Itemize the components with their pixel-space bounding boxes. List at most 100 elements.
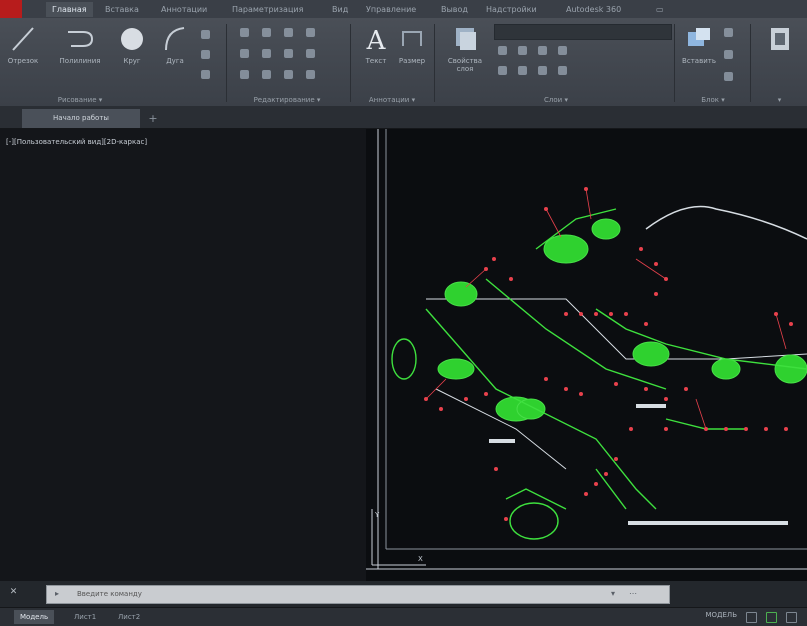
arc-tool-label: Дуга (166, 57, 184, 65)
layer-off-icon[interactable] (558, 46, 567, 55)
arc-tool[interactable]: Дуга (160, 24, 190, 65)
layer-dropdown[interactable] (494, 24, 672, 40)
file-tab-start[interactable]: Начало работы (22, 109, 140, 128)
group-layers: Свойства слоя Слои ▾ (438, 18, 674, 106)
layer-walk-icon[interactable] (558, 66, 567, 75)
layer-properties-icon (456, 28, 476, 50)
ribbon-separator (434, 24, 435, 102)
tab-layout1[interactable]: Лист1 (68, 610, 102, 624)
dimension-tool-label: Размер (398, 57, 426, 65)
gradient-icon[interactable] (201, 70, 210, 79)
layer-state-icon[interactable] (498, 46, 507, 55)
group-layers-label[interactable]: Слои ▾ (438, 96, 674, 104)
rotate-icon[interactable] (262, 28, 271, 37)
command-input[interactable]: Введите команду ▸ ▾ ⋯ (46, 585, 670, 604)
new-tab-button[interactable]: + (146, 112, 160, 125)
tab-parametric[interactable]: Параметризация (226, 2, 309, 17)
copy-icon[interactable] (240, 49, 249, 58)
command-placeholder: Введите команду (77, 590, 142, 598)
trim-icon[interactable] (284, 28, 293, 37)
layer-unlock-icon[interactable] (538, 66, 547, 75)
text-tool-label: Текст (365, 57, 387, 65)
ribbon-separator (350, 24, 351, 102)
arc-icon (165, 27, 185, 51)
insert-block-icon (688, 28, 710, 46)
drawing-viewport[interactable]: Y X (366, 129, 807, 581)
hatch-icon[interactable] (201, 50, 210, 59)
dimension-icon (402, 31, 422, 46)
tab-autodesk360[interactable]: Autodesk 360 (560, 2, 627, 17)
circle-tool[interactable]: Круг (112, 24, 152, 65)
tab-insert[interactable]: Вставка (99, 2, 145, 17)
command-line-bar: ✕ Введите команду ▸ ▾ ⋯ (0, 581, 807, 607)
app-menu-button[interactable] (0, 0, 22, 18)
line-tool[interactable]: Отрезок (4, 24, 42, 65)
polyline-tool[interactable]: Полилиния (52, 24, 108, 65)
tab-overflow-icon[interactable]: ▭ (650, 2, 680, 17)
line-icon (12, 27, 34, 51)
group-annotation-label[interactable]: Аннотации ▾ (354, 96, 430, 104)
tab-model[interactable]: Модель (14, 610, 55, 624)
layer-properties-tool[interactable]: Свойства слоя (442, 24, 488, 73)
layer-isolate-icon[interactable] (518, 46, 527, 55)
command-history-pane: [-][Пользовательский вид][2D-каркас] (0, 129, 366, 581)
insert-block-label: Вставить (682, 57, 716, 65)
rectangle-icon[interactable] (201, 30, 210, 39)
group-groups-label[interactable]: ▾ (752, 96, 807, 104)
group-icon (771, 28, 789, 50)
group-tool[interactable] (756, 24, 804, 57)
create-block-icon[interactable] (724, 28, 733, 37)
viewport-controls-label[interactable]: [-][Пользовательский вид][2D-каркас] (6, 138, 147, 146)
tab-output[interactable]: Вывод (435, 2, 474, 17)
mirror-icon[interactable] (262, 49, 271, 58)
close-icon[interactable]: ✕ (8, 587, 19, 598)
snap-icon[interactable] (766, 612, 777, 623)
array-icon[interactable] (284, 70, 293, 79)
layer-properties-label: Свойства слоя (447, 57, 483, 73)
tab-addins[interactable]: Надстройки (480, 2, 543, 17)
svg-text:X: X (418, 555, 423, 563)
ribbon-separator (674, 24, 675, 102)
text-tool[interactable]: A Текст (358, 24, 394, 65)
dimension-tool[interactable]: Размер (396, 24, 428, 65)
layer-lock-icon[interactable] (518, 66, 527, 75)
tab-layout2[interactable]: Лист2 (112, 610, 146, 624)
text-a-icon: A (366, 26, 387, 54)
model-space-label[interactable]: МОДЕЛЬ (705, 611, 737, 619)
group-modify-label[interactable]: Редактирование ▾ (232, 96, 342, 104)
ortho-icon[interactable] (786, 612, 797, 623)
scale-icon[interactable] (262, 70, 271, 79)
fillet-icon[interactable] (284, 49, 293, 58)
drawing-canvas: Y X (366, 129, 807, 581)
offset-icon[interactable] (306, 70, 315, 79)
erase-icon[interactable] (306, 28, 315, 37)
svg-text:Y: Y (374, 511, 380, 519)
circle-tool-label: Круг (123, 57, 141, 65)
tab-annotate[interactable]: Аннотации (155, 2, 213, 17)
polyline-icon (68, 31, 94, 47)
group-annotation: A Текст Размер Аннотации ▾ (354, 18, 430, 106)
tab-manage[interactable]: Управление (360, 2, 422, 17)
command-search-icon[interactable]: ▸ (51, 587, 63, 600)
edit-block-icon[interactable] (724, 50, 733, 59)
tab-view[interactable]: Вид (326, 2, 354, 17)
ribbon-panel: Отрезок Полилиния Круг Рисование ▾ Дуга … (0, 18, 807, 107)
recent-commands-icon[interactable]: ▾ (607, 587, 619, 600)
tab-home[interactable]: Главная (46, 2, 93, 17)
command-options-icon[interactable]: ⋯ (627, 587, 639, 600)
ribbon-separator (750, 24, 751, 102)
svg-text:A: A (366, 26, 387, 54)
group-block-label[interactable]: Блок ▾ (676, 96, 750, 104)
group-draw-label[interactable]: Рисование ▾ (0, 96, 160, 104)
layer-match-icon[interactable] (498, 66, 507, 75)
grid-icon[interactable] (746, 612, 757, 623)
block-attributes-icon[interactable] (724, 72, 733, 81)
layer-freeze-icon[interactable] (538, 46, 547, 55)
explode-icon[interactable] (306, 49, 315, 58)
move-icon[interactable] (240, 28, 249, 37)
polyline-tool-label: Полилиния (59, 57, 101, 65)
stretch-icon[interactable] (240, 70, 249, 79)
group-block: Вставить Блок ▾ (676, 18, 750, 106)
circle-icon (121, 28, 143, 50)
insert-block-tool[interactable]: Вставить (678, 24, 720, 65)
